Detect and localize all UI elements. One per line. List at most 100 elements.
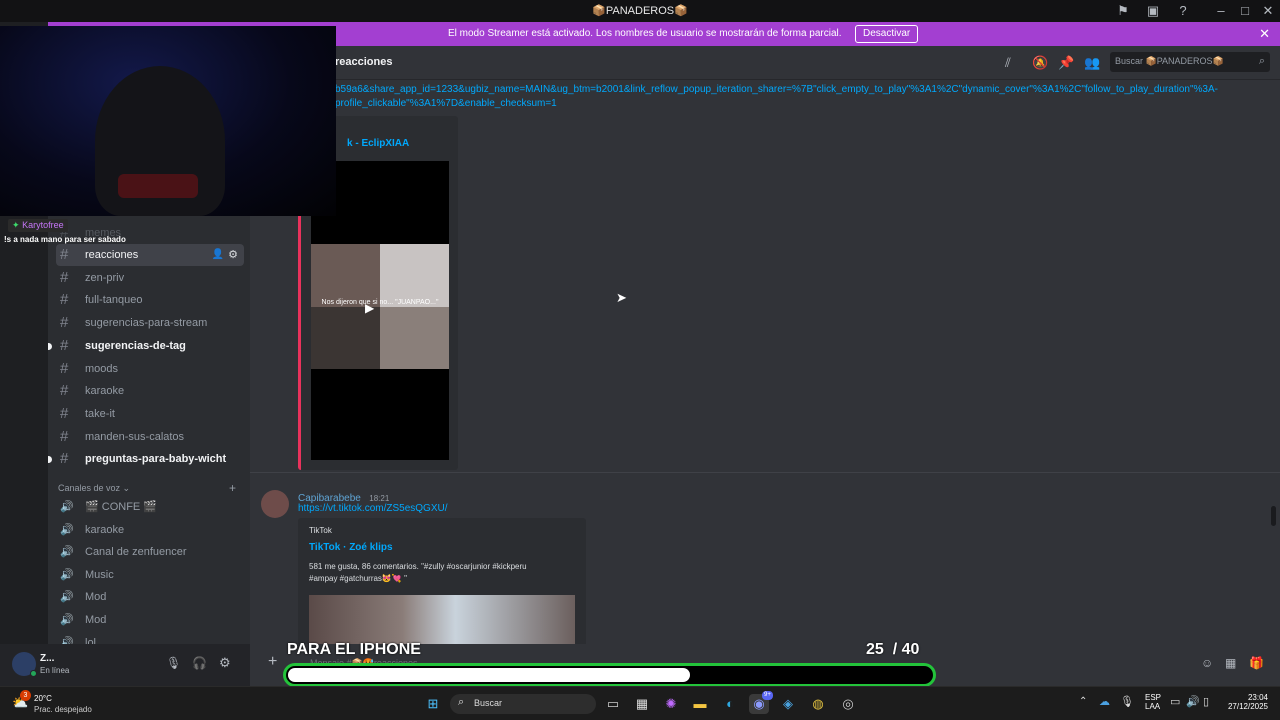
deactivate-button[interactable]: Desactivar: [855, 25, 919, 43]
add-channel-icon[interactable]: +: [229, 481, 236, 495]
volume-icon[interactable]: 🔊: [1186, 695, 1200, 708]
channel-moods[interactable]: # moods: [56, 358, 244, 380]
voice-channel[interactable]: 🔊 Mod: [56, 586, 244, 608]
invite-icon[interactable]: 👤: [212, 244, 224, 266]
embed-title[interactable]: TikTok · Zoé klips: [309, 542, 393, 553]
channel-name: sugerencias-para-stream: [85, 317, 208, 330]
user-status: En línea: [40, 666, 70, 675]
voice-channel[interactable]: 🔊 Mod: [56, 609, 244, 631]
voice-channel-name: 🎬 CONFE 🎬: [85, 501, 158, 513]
embed-title[interactable]: k - EclipXIAA: [347, 138, 409, 149]
channel-full-tanqueo[interactable]: # full-tanqueo: [56, 289, 244, 311]
store-icon[interactable]: ▦: [632, 694, 652, 714]
close-banner-icon[interactable]: ✕: [1259, 26, 1270, 42]
help-icon[interactable]: ?: [1175, 3, 1191, 19]
file-explorer-icon[interactable]: ▬: [690, 694, 710, 714]
inbox-flag-icon[interactable]: ⚑: [1115, 3, 1131, 19]
embed-thumbnail[interactable]: [309, 595, 575, 644]
channel-sugerencias-de-tag[interactable]: # sugerencias-de-tag: [48, 335, 244, 357]
apps-icon[interactable]: ▦: [1225, 656, 1236, 670]
app-icon-3[interactable]: ◎: [838, 694, 858, 714]
overlay-chat-message: !s a nada mano para ser sabado: [4, 235, 126, 244]
speaker-icon: 🔊: [60, 591, 74, 604]
temperature[interactable]: 20°C: [34, 694, 52, 703]
copilot-icon[interactable]: ✺: [661, 694, 681, 714]
inbox-icon[interactable]: ▣: [1145, 3, 1161, 19]
channel-karaoke[interactable]: # karaoke: [56, 380, 244, 402]
hash-icon: #: [60, 382, 69, 400]
gear-icon[interactable]: ⚙: [228, 244, 238, 266]
close-window-icon[interactable]: ✕: [1260, 3, 1276, 19]
user-panel: Z... En línea 🎙 🎧 ⚙: [0, 644, 250, 686]
gift-icon[interactable]: 🎁: [1249, 656, 1264, 670]
channel-manden-sus-calatos[interactable]: # manden-sus-calatos: [56, 426, 244, 448]
maximize-icon[interactable]: □: [1237, 3, 1253, 19]
hash-icon: #: [60, 268, 69, 286]
clock[interactable]: 23:04 27/12/2025: [1226, 693, 1268, 711]
speaker-icon: 🔊: [60, 614, 74, 626]
voice-channel[interactable]: 🔊 karaoke: [56, 519, 244, 541]
voice-channel[interactable]: 🔊 Canal de zenfuencer: [56, 541, 244, 563]
add-attachment-icon[interactable]: +: [268, 653, 277, 671]
tiktok-link[interactable]: https://vt.tiktok.com/ZS5esQGXU/: [298, 503, 448, 514]
goal-label: PARA EL IPHONE: [287, 641, 421, 658]
pin-icon[interactable]: 📌: [1058, 55, 1074, 71]
hash-icon: #: [60, 359, 69, 377]
microphone-icon[interactable]: 🎙: [166, 656, 181, 670]
notifications-muted-icon[interactable]: 🔕: [1032, 55, 1048, 71]
message-link[interactable]: b59a6&share_app_id=1233&ugbiz_name=MAIN&…: [335, 84, 1218, 95]
channel-zen-priv[interactable]: # zen-priv: [56, 267, 244, 289]
headphones-icon[interactable]: 🎧: [192, 656, 207, 670]
onedrive-icon[interactable]: ☁: [1099, 695, 1110, 708]
edge-icon[interactable]: ◐: [720, 694, 740, 714]
voice-channel-name: Mod: [85, 614, 107, 626]
voice-channel-name: lol: [85, 636, 97, 644]
weather-badge: 3: [20, 690, 31, 701]
message-timestamp: 18:21: [369, 494, 390, 503]
emoji-icon[interactable]: ☺: [1201, 656, 1213, 670]
search-input[interactable]: Buscar 📦PANADEROS📦 ⌕: [1110, 52, 1270, 72]
webcam-overlay: [0, 26, 336, 216]
voice-channel-name: karaoke: [85, 523, 125, 536]
play-icon[interactable]: ▶: [365, 301, 374, 315]
speaker-icon: 🔊: [60, 568, 74, 581]
voice-channel[interactable]: 🔊 🎬 CONFE 🎬: [56, 496, 244, 518]
video-caption: Nos dijeron que si no... "JUANPAO...": [321, 299, 439, 306]
network-icon[interactable]: ▭: [1170, 695, 1180, 708]
app-icon-2[interactable]: ◍: [808, 694, 828, 714]
avatar[interactable]: [261, 490, 289, 518]
channel-take-it[interactable]: # take-it: [56, 403, 244, 425]
app-icon[interactable]: ◈: [778, 694, 798, 714]
video-tile: [380, 307, 449, 369]
chevron-up-icon[interactable]: ⌃: [1079, 696, 1087, 707]
threads-icon[interactable]: ⫽: [1005, 55, 1011, 71]
battery-icon[interactable]: ▯: [1203, 695, 1209, 708]
voice-channel[interactable]: 🔊 Music: [56, 564, 244, 586]
unread-indicator: [48, 456, 52, 464]
message-link-cont[interactable]: profile_clickable"%3A1%7D&enable_checksu…: [335, 98, 557, 109]
scrollbar-thumb[interactable]: [1271, 506, 1276, 526]
taskbar-search[interactable]: ⌕ Buscar: [450, 694, 596, 714]
channel-name: preguntas-para-baby-wicht: [85, 453, 227, 466]
channel-preguntas-para-baby-wicht[interactable]: # preguntas-para-baby-wicht: [48, 448, 244, 470]
voice-category[interactable]: Canales de voz ⌄ +: [58, 481, 246, 495]
microphone-tray-icon[interactable]: 🎙: [1120, 695, 1134, 708]
weather-text[interactable]: Prac. despejado: [34, 705, 92, 714]
channel-sugerencias-para-stream[interactable]: # sugerencias-para-stream: [56, 312, 244, 334]
language-indicator[interactable]: ESP LAA: [1145, 693, 1161, 711]
minimize-icon[interactable]: –: [1213, 3, 1229, 19]
voice-channel-name: Mod: [85, 591, 107, 604]
window-title: 📦PANADEROS📦: [592, 5, 688, 17]
message-list[interactable]: b59a6&share_app_id=1233&ugbiz_name=MAIN&…: [250, 80, 1280, 644]
video-tile: [311, 307, 380, 369]
gear-icon[interactable]: ⚙: [219, 655, 231, 671]
voice-channel[interactable]: 🔊 lol: [56, 632, 244, 644]
windows-start-icon[interactable]: ⊞: [423, 694, 443, 714]
task-view-icon[interactable]: ▭: [603, 694, 623, 714]
hash-icon: #: [60, 450, 69, 468]
online-status-icon: [30, 670, 37, 677]
channel-header: reacciones ⫽ 🔕 📌 👥 Buscar 📦PANADEROS📦 ⌕: [250, 46, 1280, 80]
member-list-icon[interactable]: 👥: [1084, 55, 1100, 71]
channel-reacciones[interactable]: # reacciones 👤 ⚙: [56, 244, 244, 266]
user-name[interactable]: Z...: [40, 653, 54, 664]
